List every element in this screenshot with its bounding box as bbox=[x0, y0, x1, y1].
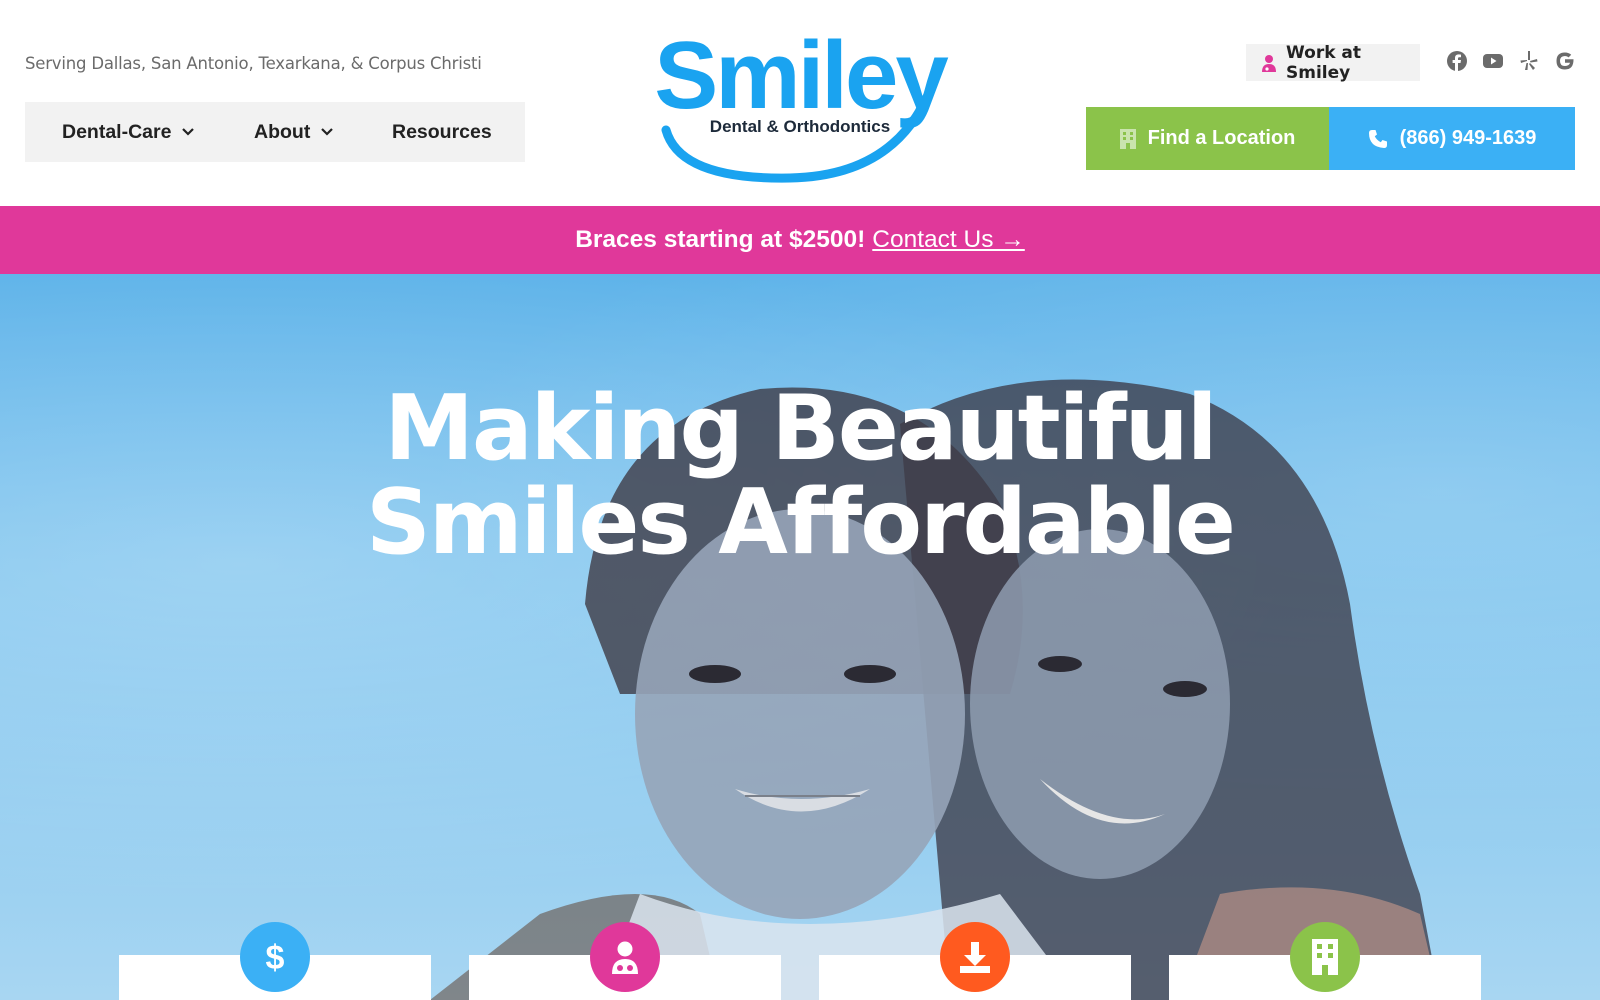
phone-number: (866) 949-1639 bbox=[1399, 127, 1537, 149]
svg-text:$: $ bbox=[266, 939, 285, 975]
chevron-down-icon bbox=[181, 125, 195, 139]
site-header: Serving Dallas, San Antonio, Texarkana, … bbox=[0, 0, 1600, 206]
service-area-text: Serving Dallas, San Antonio, Texarkana, … bbox=[25, 54, 482, 73]
facebook-icon[interactable] bbox=[1446, 50, 1468, 72]
contact-us-link[interactable]: Contact Us → bbox=[872, 226, 1025, 254]
promo-text: Braces starting at $2500! bbox=[575, 226, 866, 253]
chevron-down-icon bbox=[320, 125, 334, 139]
hero-headline-line2: Smiles Affordable bbox=[366, 470, 1236, 575]
smiley-logo[interactable]: Smiley Dental & Orthodontics bbox=[640, 20, 960, 185]
download-icon bbox=[940, 922, 1010, 992]
nav-item-resources[interactable]: Resources bbox=[392, 121, 492, 144]
work-at-smiley-label: Work at Smiley bbox=[1286, 42, 1362, 83]
hero-headline: Making Beautiful Smiles Affordable bbox=[0, 382, 1600, 570]
logo-tagline: Dental & Orthodontics bbox=[710, 117, 890, 136]
phone-icon bbox=[1368, 129, 1388, 149]
building-icon bbox=[1290, 922, 1360, 992]
find-location-label: Find a Location bbox=[1147, 127, 1296, 149]
phone-button[interactable]: (866) 949-1639 bbox=[1329, 107, 1575, 170]
logo-wordmark: Smiley bbox=[654, 22, 948, 129]
work-at-smiley-button[interactable]: Work at Smiley bbox=[1246, 42, 1420, 83]
hero-headline-line1: Making Beautiful bbox=[384, 376, 1217, 481]
nav-item-dental-care[interactable]: Dental-Care bbox=[62, 121, 195, 144]
promo-banner: Braces starting at $2500! Contact Us → bbox=[0, 206, 1600, 274]
find-location-button[interactable]: Find a Location bbox=[1086, 107, 1329, 170]
nav-item-about[interactable]: About bbox=[254, 121, 334, 144]
nav-item-label: About bbox=[254, 120, 311, 143]
hero-section: Making Beautiful Smiles Affordable bbox=[0, 274, 1600, 1000]
google-icon[interactable] bbox=[1554, 50, 1576, 72]
social-links bbox=[1446, 50, 1576, 72]
nav-item-label: Resources bbox=[392, 120, 492, 143]
youtube-icon[interactable] bbox=[1482, 50, 1504, 72]
yelp-icon[interactable] bbox=[1518, 50, 1540, 72]
dollar-icon: $ bbox=[240, 922, 310, 992]
main-nav: Dental-Care About Resources bbox=[25, 102, 525, 162]
doctor-icon bbox=[1260, 54, 1278, 72]
doctor-icon bbox=[590, 922, 660, 992]
building-icon bbox=[1119, 128, 1136, 149]
nav-item-label: Dental-Care bbox=[62, 120, 172, 143]
